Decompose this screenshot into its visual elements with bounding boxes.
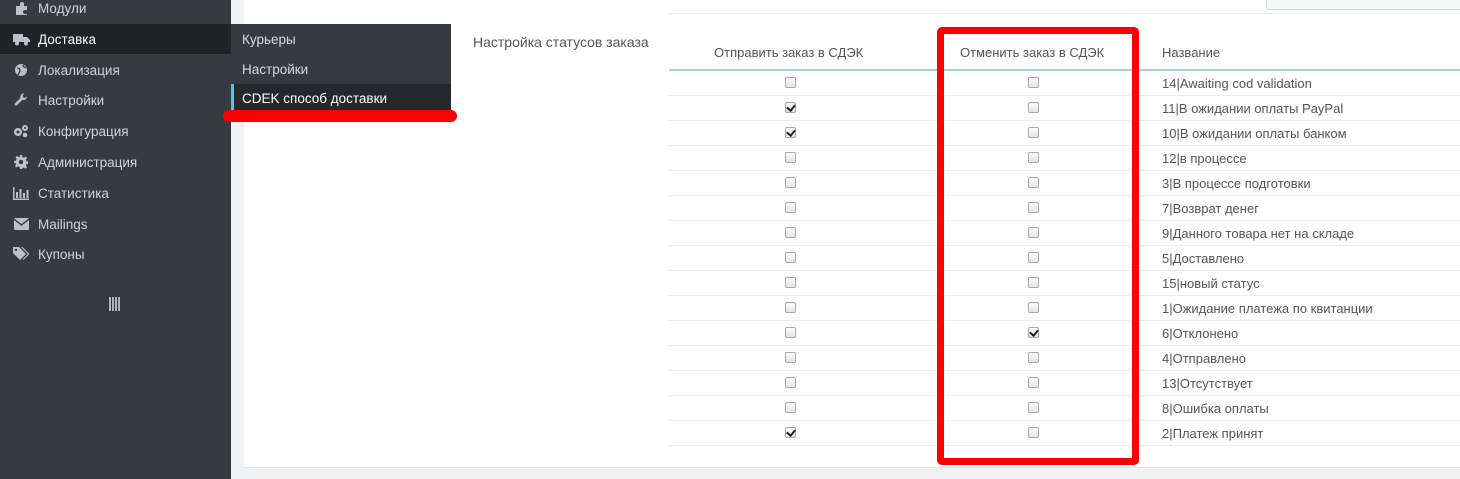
- send-checkbox[interactable]: [785, 227, 796, 238]
- sidebar-item-label: Локализация: [38, 62, 120, 78]
- highlight-box: [937, 27, 1139, 465]
- send-checkbox[interactable]: [785, 202, 796, 213]
- send-checkbox[interactable]: [785, 377, 796, 388]
- send-checkbox[interactable]: [785, 427, 796, 438]
- status-name: 12|в процессе: [1162, 151, 1247, 166]
- collapse-bars-icon[interactable]: [109, 297, 121, 311]
- status-name: 8|Ошибка оплаты: [1162, 401, 1269, 416]
- sidebar-item-4[interactable]: Конфигурация: [0, 116, 231, 146]
- status-name: 1|Ожидание платежа по квитанции: [1162, 301, 1373, 316]
- sidebar-item-label: Mailings: [38, 216, 88, 232]
- send-checkbox[interactable]: [785, 327, 796, 338]
- status-name: 5|Доставлено: [1162, 251, 1245, 266]
- top-field[interactable]: [1266, 0, 1460, 10]
- send-checkbox[interactable]: [785, 152, 796, 163]
- sidebar-item-label: Модули: [38, 0, 87, 16]
- sidebar-item-label: Настройки: [38, 92, 105, 108]
- sidebar: Модули Доставка Локализация Настройки Конфиг…: [0, 0, 231, 479]
- send-checkbox[interactable]: [785, 252, 796, 263]
- sidebar-item-label: Купоны: [38, 246, 85, 262]
- sidebar-item-6[interactable]: Статистика: [0, 178, 231, 208]
- submenu-delivery: Курьеры Настройки CDEK способ доставки: [231, 24, 451, 113]
- sidebar-item-1[interactable]: Доставка: [0, 24, 231, 54]
- submenu-item-2[interactable]: CDEK способ доставки: [231, 84, 451, 112]
- cogs-icon: [0, 124, 38, 138]
- submenu-item-1[interactable]: Настройки: [231, 55, 451, 83]
- sidebar-item-3[interactable]: Настройки: [0, 85, 231, 115]
- sidebar-item-label: Конфигурация: [38, 123, 129, 139]
- column-header-send: Отправить заказ в СДЭК: [714, 45, 864, 60]
- sidebar-item-7[interactable]: Mailings: [0, 209, 231, 239]
- status-name: 2|Платеж принят: [1162, 426, 1264, 441]
- bar-chart-icon: [0, 186, 38, 200]
- send-checkbox[interactable]: [785, 127, 796, 138]
- status-name: 14|Awaiting cod validation: [1162, 76, 1312, 91]
- status-name: 7|Возврат денег: [1162, 201, 1259, 216]
- tags-icon: [0, 247, 38, 261]
- sidebar-item-2[interactable]: Локализация: [0, 55, 231, 85]
- highlight-underline: [223, 110, 457, 122]
- globe-icon: [0, 63, 38, 77]
- sidebar-item-0[interactable]: Модули: [0, 0, 231, 23]
- status-name: 3|В процессе подготовки: [1162, 176, 1311, 191]
- status-name: 9|Данного товара нет на складе: [1162, 226, 1355, 241]
- status-name: 6|Отклонено: [1162, 326, 1239, 341]
- status-name: 10|В ожидании оплаты банком: [1162, 126, 1347, 141]
- wrench-icon: [0, 93, 38, 107]
- sidebar-item-label: Доставка: [38, 31, 96, 47]
- column-header-name: Название: [1162, 45, 1221, 60]
- status-name: 4|Отправлено: [1162, 351, 1247, 366]
- truck-icon: [0, 33, 38, 46]
- send-checkbox[interactable]: [785, 77, 796, 88]
- status-name: 11|В ожидании оплаты PayPal: [1162, 101, 1344, 116]
- status-name: 15|новый статус: [1162, 276, 1260, 291]
- submenu-item-0[interactable]: Курьеры: [231, 25, 451, 53]
- envelope-icon: [0, 218, 38, 230]
- sidebar-item-label: Статистика: [38, 185, 109, 201]
- sidebar-item-8[interactable]: Купоны: [0, 239, 231, 269]
- send-checkbox[interactable]: [785, 177, 796, 188]
- puzzle-icon: [0, 1, 38, 16]
- send-checkbox[interactable]: [785, 352, 796, 363]
- status-name: 13|Отсутствует: [1162, 376, 1253, 391]
- section-label: Настройка статусов заказа: [473, 34, 649, 50]
- send-checkbox[interactable]: [785, 402, 796, 413]
- send-checkbox[interactable]: [785, 302, 796, 313]
- divider: [669, 13, 1460, 14]
- sidebar-item-label: Администрация: [38, 154, 138, 170]
- gear-icon: [0, 155, 38, 169]
- sidebar-item-5[interactable]: Администрация: [0, 147, 231, 177]
- send-checkbox[interactable]: [785, 277, 796, 288]
- send-checkbox[interactable]: [785, 102, 796, 113]
